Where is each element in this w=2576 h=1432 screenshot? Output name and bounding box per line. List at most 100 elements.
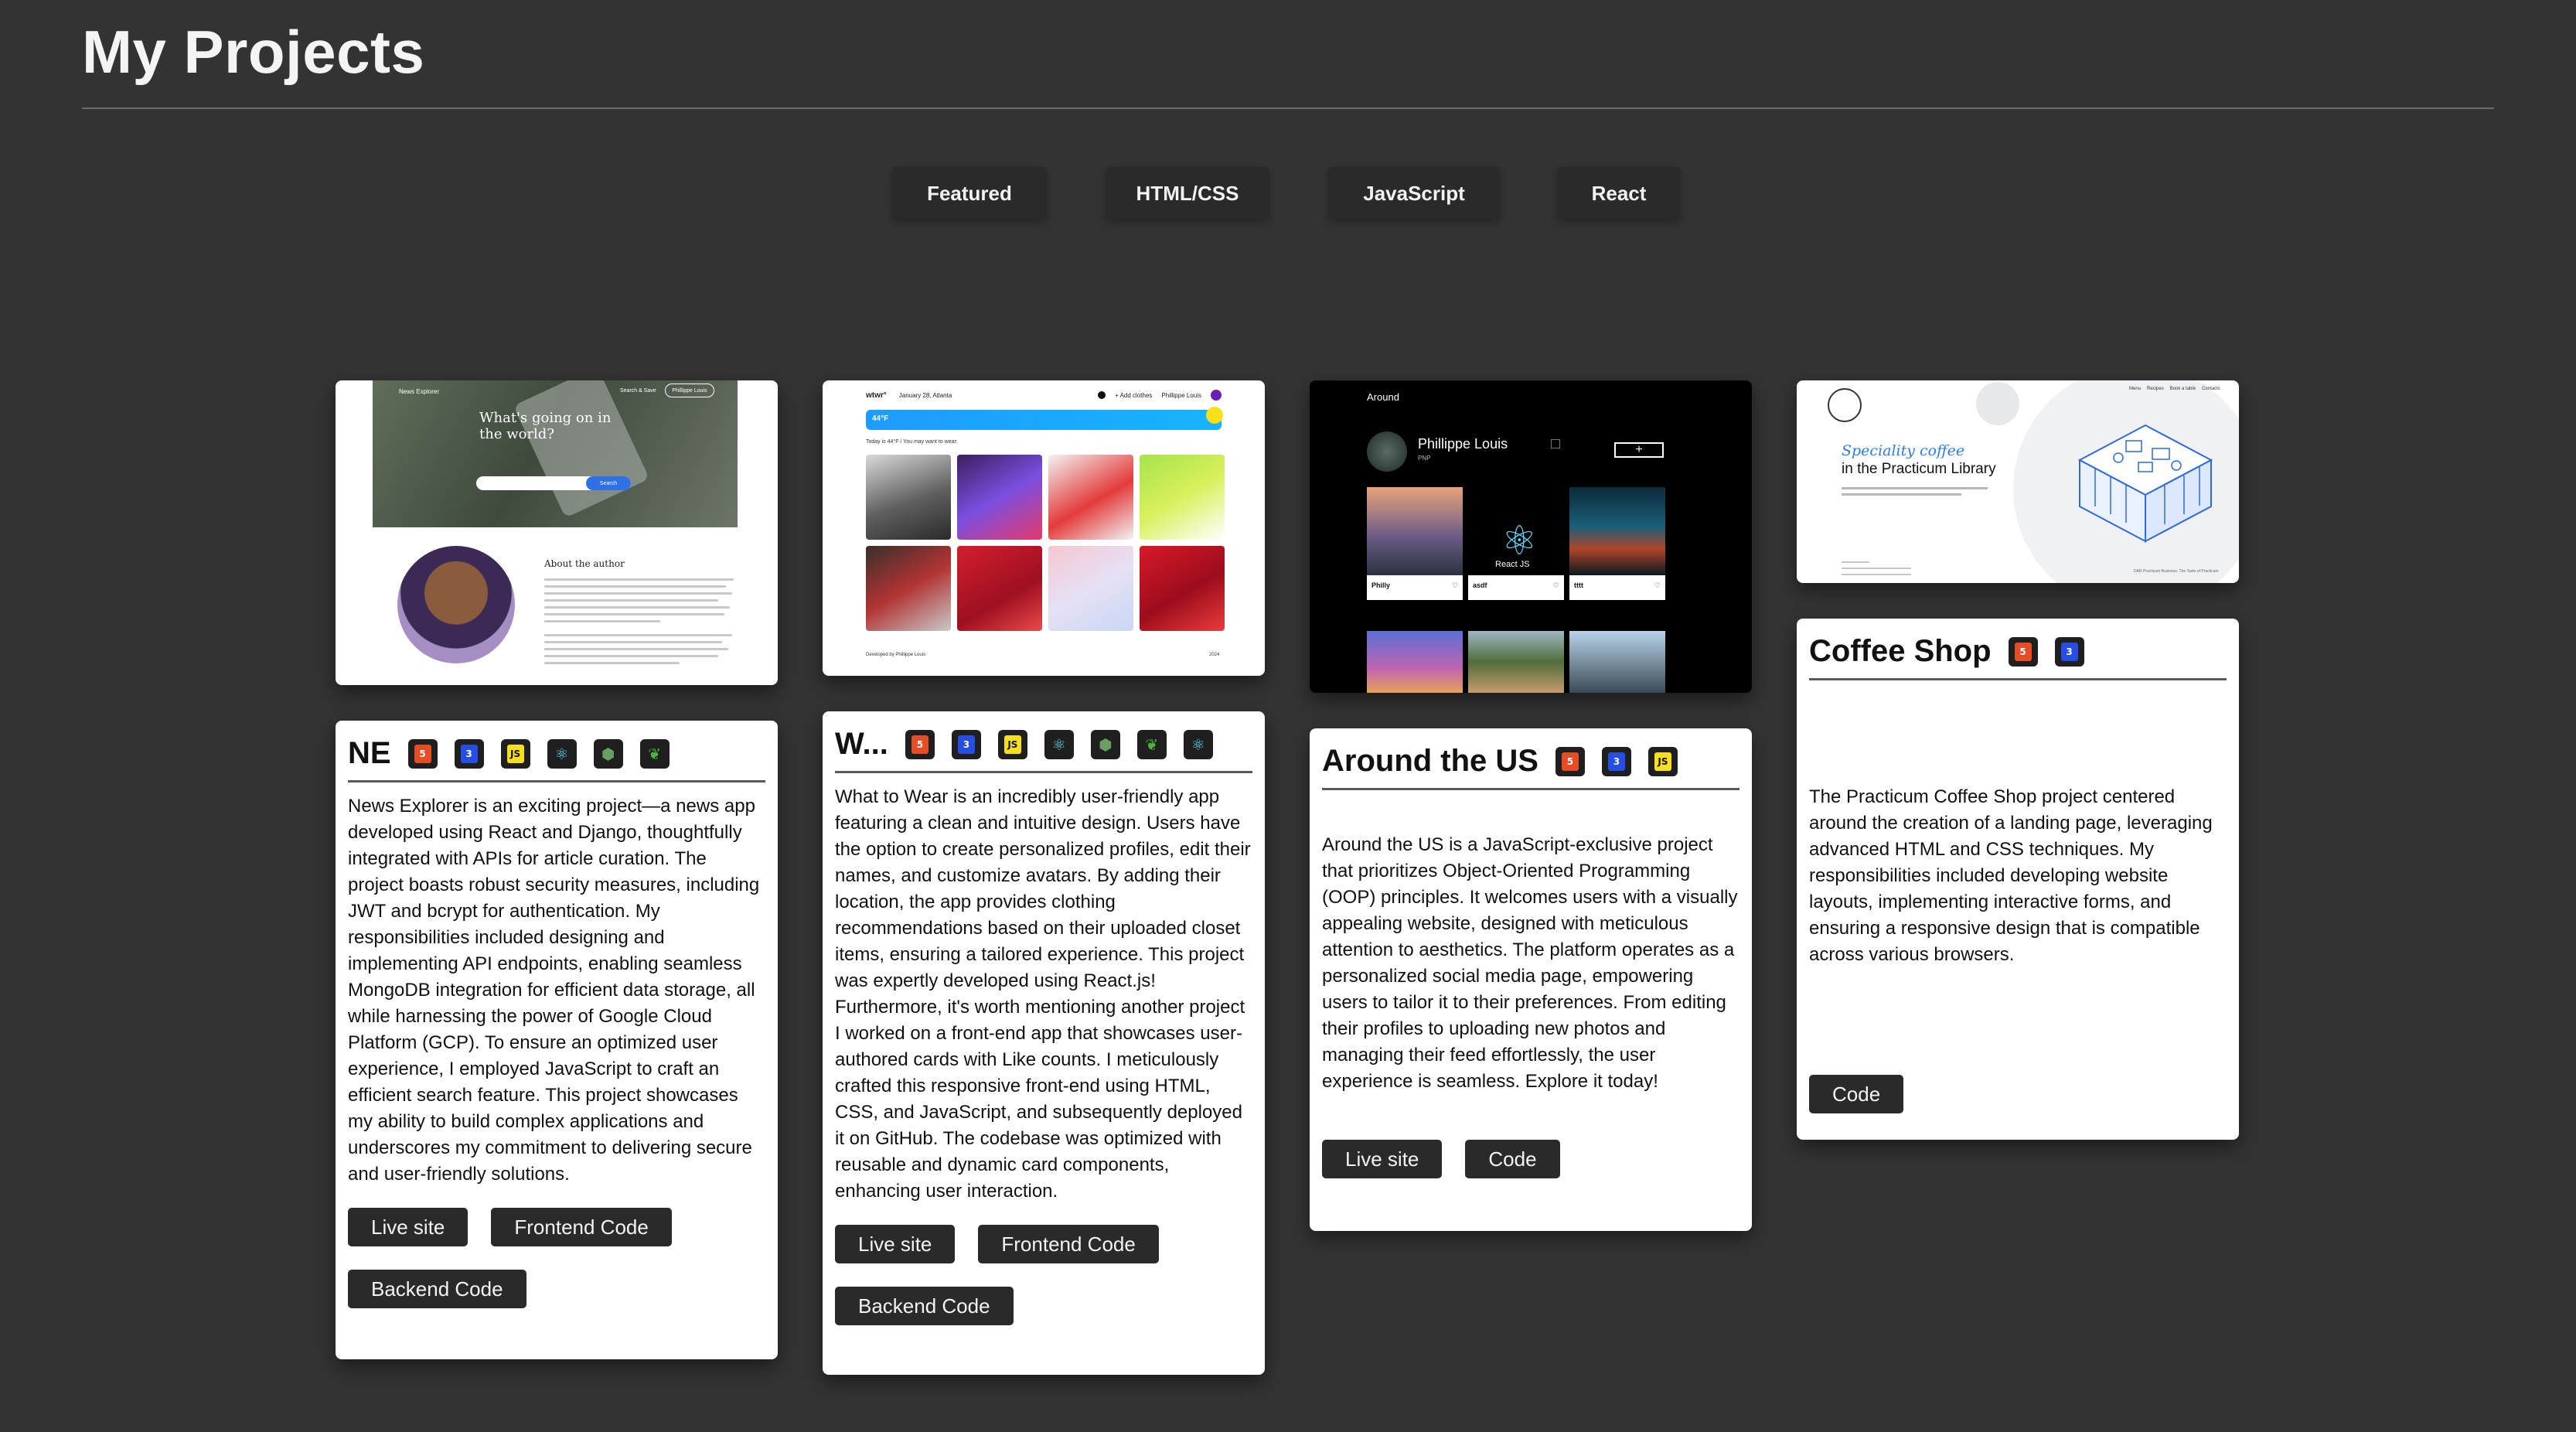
html5-icon: 5 (407, 738, 438, 769)
preview-nav-button: Phillippe Louis (665, 384, 714, 397)
react-icon: ⚛ (547, 738, 577, 769)
preview-add-clothes: + Add clothes (1115, 391, 1153, 399)
preview-headline: What's going on in the world? (479, 410, 612, 442)
preview-nav-link: Search & Save (620, 388, 656, 394)
preview-header: wtwr° January 28, Atlanta + Add clothes … (866, 390, 1222, 401)
code-button[interactable]: Code (1809, 1075, 1904, 1113)
author-avatar (397, 546, 515, 663)
preview-nav: Menu Recipes Book a table Contacts (2129, 387, 2220, 391)
photo-card: tttt ♡ (1569, 487, 1665, 600)
filter-featured-button[interactable]: Featured (892, 167, 1047, 220)
photo-tile (1468, 631, 1564, 693)
preview-subtitle: PNP (1418, 455, 1431, 462)
preview-date: January 28, Atlanta (898, 391, 952, 399)
preview-brand: wtwr° (866, 390, 887, 400)
javascript-icon: JS (500, 738, 530, 769)
clothing-item (866, 546, 951, 631)
project-screenshot[interactable]: News Explorer Search & Save Phillippe Lo… (336, 380, 778, 685)
frontend-code-button[interactable]: Frontend Code (978, 1225, 1159, 1263)
card-title: W... (835, 727, 888, 761)
card-actions: Code (1809, 1075, 2227, 1113)
backend-code-button[interactable]: Backend Code (835, 1287, 1014, 1325)
card-title: Around the US (1322, 744, 1538, 778)
coffee-cup-icon (1828, 388, 1862, 422)
mongodb-icon: ❦ (1136, 729, 1167, 759)
filter-react-button[interactable]: React (1557, 167, 1681, 220)
filter-javascript-button[interactable]: JavaScript (1328, 167, 1500, 220)
project-card: Coffee Shop 5 3 The Practicum Coffee Sho… (1797, 619, 2239, 1140)
photo-caption: tttt (1574, 581, 1583, 589)
project-screenshot[interactable]: wtwr° January 28, Atlanta + Add clothes … (823, 380, 1265, 676)
live-site-button[interactable]: Live site (835, 1225, 956, 1263)
preview-photo-row-2 (1367, 631, 1665, 693)
preview-user: Phillippe Louis (1161, 391, 1201, 399)
card-header: Around the US 5 3 JS (1322, 741, 1739, 790)
isometric-library-illustration (2077, 424, 2213, 543)
photo-caption: Philly (1371, 581, 1391, 589)
clothing-item (1048, 455, 1133, 540)
preview-hours-lines (1842, 561, 1911, 580)
preview-logo: Around (1367, 391, 1399, 403)
css3-icon: 3 (951, 729, 981, 759)
filter-bar: Featured HTML/CSS JavaScript React (0, 167, 2576, 220)
preview-text-lines (1842, 487, 2004, 499)
card-actions: Live site Frontend Code Backend Code (835, 1225, 1252, 1325)
preview-search-button: Search (586, 476, 631, 490)
clothing-item (866, 455, 951, 540)
photo-tile (1569, 631, 1665, 693)
css3-icon: 3 (2054, 636, 2084, 667)
nodejs-icon: ⬢ (593, 738, 623, 769)
nodejs-icon: ⬢ (1090, 729, 1120, 759)
card-actions: Live site Frontend Code Backend Code (348, 1208, 765, 1308)
mongodb-icon: ❦ (639, 738, 670, 769)
heart-icon: ♡ (1451, 581, 1458, 589)
project-screenshot[interactable]: Menu Recipes Book a table Contacts Speci… (1797, 380, 2239, 583)
project-around-the-us: Around Phillippe Louis PNP + Philly ♡ asd… (1310, 380, 1752, 1231)
card-description: Around the US is a JavaScript-exclusive … (1322, 834, 1738, 1092)
photo-tile (1367, 631, 1463, 693)
live-site-button[interactable]: Live site (1322, 1140, 1443, 1178)
photo-caption: asdf (1473, 581, 1487, 589)
preview-about-title: About the author (544, 558, 625, 569)
react-logo-icon: ⚛ (1501, 519, 1538, 564)
preview-hero: News Explorer Search & Save Phillippe Lo… (373, 380, 738, 527)
card-description: What to Wear is an incredibly user-frien… (835, 786, 1251, 1202)
clothing-item (957, 455, 1042, 540)
project-card: Around the US 5 3 JS Around the US is a … (1310, 728, 1752, 1231)
preview-clothing-grid (866, 455, 1225, 631)
backend-code-button[interactable]: Backend Code (348, 1270, 526, 1308)
preview-add-button: + (1614, 442, 1664, 458)
clothing-item (957, 546, 1042, 631)
preview-note: Today is 44°F / You may want to wear: (866, 439, 958, 445)
edit-icon (1551, 439, 1560, 448)
card-title: Coffee Shop (1809, 634, 1992, 668)
preview-footer: DAR Practicum Business. The Taste of Pra… (2134, 569, 2219, 574)
preview-weather-bar: 44°F (866, 410, 1222, 430)
javascript-icon: JS (997, 729, 1027, 759)
project-card: NE 5 3 JS ⚛ ⬢ ❦ News Explorer is an exci… (336, 721, 778, 1359)
preview-headline-italic: Speciality coffee (1842, 442, 1965, 459)
project-card: W... 5 3 JS ⚛ ⬢ ❦ ⚛ What to Wear is an i… (823, 711, 1265, 1375)
clothing-item (1140, 455, 1225, 540)
preview-react-label: React JS (1495, 560, 1530, 569)
clothing-item (1048, 546, 1133, 631)
react-icon: ⚛ (1044, 729, 1074, 759)
frontend-code-button[interactable]: Frontend Code (491, 1208, 672, 1246)
sun-icon (1206, 407, 1223, 424)
avatar (1211, 390, 1222, 401)
photo-card: Philly ♡ (1367, 487, 1463, 600)
avatar (1367, 431, 1407, 472)
live-site-button[interactable]: Live site (348, 1208, 469, 1246)
card-description: The Practicum Coffee Shop project center… (1809, 786, 2213, 965)
card-header: NE 5 3 JS ⚛ ⬢ ❦ (348, 733, 765, 782)
project-what-to-wear: wtwr° January 28, Atlanta + Add clothes … (823, 380, 1265, 1375)
card-header: Coffee Shop 5 3 (1809, 631, 2227, 680)
card-header: W... 5 3 JS ⚛ ⬢ ❦ ⚛ (835, 724, 1252, 773)
clothing-item (1140, 546, 1225, 631)
filter-html-css-button[interactable]: HTML/CSS (1106, 167, 1269, 220)
html5-icon: 5 (2008, 636, 2038, 667)
code-button[interactable]: Code (1465, 1140, 1560, 1178)
project-screenshot[interactable]: Around Phillippe Louis PNP + Philly ♡ asd… (1310, 380, 1752, 693)
css3-icon: 3 (1601, 746, 1631, 776)
project-news-explorer: News Explorer Search & Save Phillippe Lo… (336, 380, 778, 1359)
